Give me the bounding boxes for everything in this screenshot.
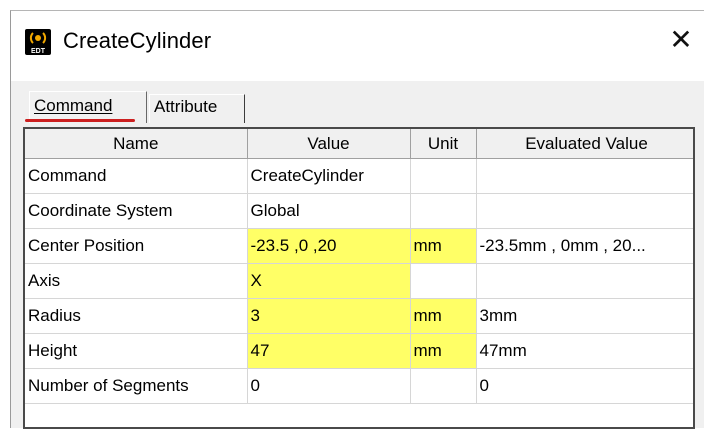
property-table: Name Value Unit Evaluated Value Command …: [25, 129, 693, 404]
column-header-evaluated-value[interactable]: Evaluated Value: [476, 129, 693, 159]
property-unit[interactable]: mm: [410, 228, 477, 264]
table-row: Height 47 mm 47mm: [25, 333, 693, 369]
property-value[interactable]: 0: [247, 368, 411, 404]
table-row: Axis X: [25, 263, 693, 299]
property-name: Height: [25, 333, 248, 369]
property-unit[interactable]: [410, 368, 477, 404]
table-row: Center Position -23.5 ,0 ,20 mm -23.5mm …: [25, 228, 693, 264]
property-name: Radius: [25, 298, 248, 334]
column-header-value[interactable]: Value: [247, 129, 411, 159]
property-unit[interactable]: [410, 193, 477, 229]
title-bar[interactable]: EDT CreateCylinder ✕: [11, 11, 704, 81]
edt-app-icon: EDT: [25, 29, 51, 55]
property-name: Command: [25, 158, 248, 194]
property-name: Center Position: [25, 228, 248, 264]
property-evaluated-value: 47mm: [476, 333, 693, 369]
property-name: Coordinate System: [25, 193, 248, 229]
property-evaluated-value: 3mm: [476, 298, 693, 334]
close-icon: ✕: [669, 23, 693, 56]
column-header-unit[interactable]: Unit: [410, 129, 477, 159]
property-value[interactable]: Global: [247, 193, 411, 229]
property-value[interactable]: CreateCylinder: [247, 158, 411, 194]
create-cylinder-dialog: EDT CreateCylinder ✕ Command Attribute N…: [10, 10, 704, 429]
property-evaluated-value: -23.5mm , 0mm , 20...: [476, 228, 693, 264]
property-evaluated-value: 0: [476, 368, 693, 404]
property-evaluated-value: [476, 158, 693, 194]
property-evaluated-value: [476, 263, 693, 299]
property-grid: Name Value Unit Evaluated Value Command …: [23, 127, 695, 429]
header-row: Name Value Unit Evaluated Value: [25, 129, 693, 159]
window-title: CreateCylinder: [63, 28, 212, 53]
property-unit[interactable]: [410, 158, 477, 194]
table-row: Number of Segments 0 0: [25, 368, 693, 404]
property-unit[interactable]: mm: [410, 333, 477, 369]
active-tab-marker: [25, 119, 135, 122]
property-value[interactable]: 47: [247, 333, 411, 369]
property-unit[interactable]: [410, 263, 477, 299]
property-name: Axis: [25, 263, 248, 299]
tab-attribute[interactable]: Attribute: [149, 94, 245, 123]
property-unit[interactable]: mm: [410, 298, 477, 334]
close-button[interactable]: ✕: [664, 25, 698, 57]
table-row: Command CreateCylinder: [25, 158, 693, 194]
property-name: Number of Segments: [25, 368, 248, 404]
property-value[interactable]: -23.5 ,0 ,20: [247, 228, 411, 264]
property-value[interactable]: 3: [247, 298, 411, 334]
table-row: Coordinate System Global: [25, 193, 693, 229]
column-header-name[interactable]: Name: [25, 129, 248, 159]
table-row: Radius 3 mm 3mm: [25, 298, 693, 334]
svg-text:EDT: EDT: [31, 48, 46, 55]
property-evaluated-value: [476, 193, 693, 229]
property-value[interactable]: X: [247, 263, 411, 299]
